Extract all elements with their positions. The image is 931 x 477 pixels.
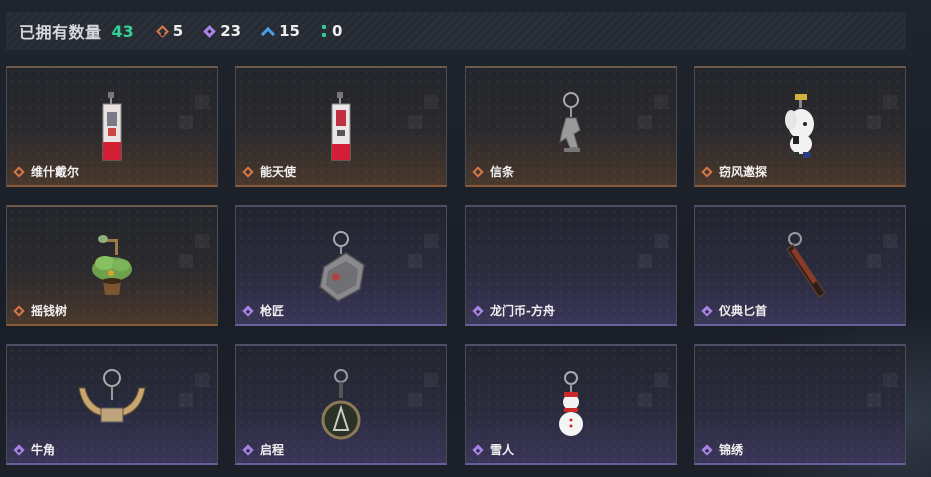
item-card[interactable]: 维什戴尔 [6,66,218,187]
item-card[interactable]: 枪匠 [235,205,447,326]
item-card[interactable]: 启程 [235,344,447,465]
item-name: 仪典匕首 [719,304,768,318]
dagger-charm-icon [785,232,827,299]
silver-figure-charm-icon [559,92,581,152]
item-name: 牛角 [31,443,56,457]
orange-rarity-icon [701,165,713,178]
item-name: 维什戴尔 [31,165,80,179]
item-card[interactable]: 窃风邀探 [694,66,906,187]
orange-rarity-icon [472,165,484,178]
orange-rarity-icon [13,165,25,178]
white-plush-charm-icon [785,94,814,158]
item-card[interactable]: 雪人 [465,344,677,465]
item-name: 锦绣 [719,443,744,457]
lighter-charm-icon [102,92,122,161]
dog-tag-charm-icon [319,231,365,302]
item-name: 启程 [260,443,285,457]
item-name: 雪人 [490,443,515,457]
purple-rarity-icon [13,443,25,456]
orange-rarity-icon [13,304,25,317]
item-name: 枪匠 [260,304,285,318]
item-card[interactable]: 龙门币-方舟 [465,205,677,326]
lighter-charm-icon [331,92,351,161]
snowman-charm-icon [559,371,583,436]
horns-charm-icon [78,369,146,423]
item-name: 信条 [490,165,515,179]
item-grid: 维什戴尔 能天使 信条 窃风邀探 摇钱树 枪匠 龙门币-方舟 仪典匕首 牛角 启… [0,0,931,477]
item-card[interactable]: 摇钱树 [6,205,218,326]
purple-rarity-icon [472,443,484,456]
purple-rarity-icon [242,443,254,456]
item-name: 摇钱树 [31,304,68,318]
item-card[interactable]: 牛角 [6,344,218,465]
item-name: 能天使 [260,165,297,179]
money-tree-charm-icon [92,235,132,295]
item-name: 龙门币-方舟 [490,304,555,318]
purple-rarity-icon [701,304,713,317]
item-card[interactable]: 锦绣 [694,344,906,465]
purple-rarity-icon [242,304,254,317]
purple-rarity-icon [472,304,484,317]
item-card[interactable]: 仪典匕首 [694,205,906,326]
purple-rarity-icon [701,443,713,456]
item-name: 窃风邀探 [719,165,768,179]
item-card[interactable]: 信条 [465,66,677,187]
medallion-charm-icon [321,369,361,440]
orange-rarity-icon [242,165,254,178]
item-card[interactable]: 能天使 [235,66,447,187]
